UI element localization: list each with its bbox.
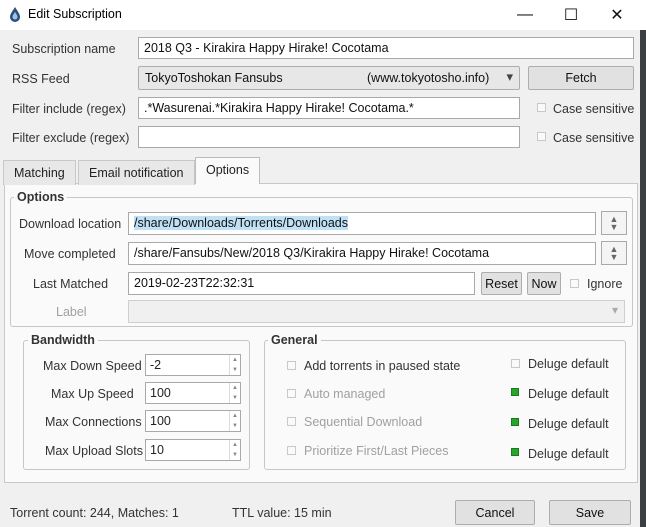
tab-matching[interactable]: Matching [3,160,76,185]
download-location-input[interactable]: /share/Downloads/Torrents/Downloads [128,212,596,235]
save-button[interactable]: Save [549,500,631,525]
filter-include-label: Filter include (regex) [12,102,126,116]
prioritize-pieces-label: Prioritize First/Last Pieces [304,444,449,458]
download-location-value: /share/Downloads/Torrents/Downloads [134,216,348,230]
max-up-speed-spinner[interactable]: 100 ▲ ▼ [145,382,241,404]
case-sensitive-exclude-checkbox[interactable] [537,132,546,141]
add-paused-default-label: Deluge default [528,357,609,371]
close-icon: ✕ [610,7,624,24]
spin-arrows-icon[interactable]: ▲ ▼ [229,355,240,375]
fetch-button[interactable]: Fetch [528,66,634,90]
max-upload-slots-value: 10 [150,443,164,457]
prioritize-pieces-default-label: Deluge default [528,447,609,461]
minimize-button[interactable]: — [502,0,548,30]
rss-feed-name: TokyoToshokan Fansubs [145,71,283,85]
rss-feed-url: (www.tokyotosho.info) [367,71,490,85]
reset-button[interactable]: Reset [481,272,522,295]
add-paused-checkbox[interactable] [287,361,296,370]
minimize-icon: — [517,6,533,23]
max-up-speed-label: Max Up Speed [51,387,134,401]
move-completed-input[interactable]: /share/Fansubs/New/2018 Q3/Kirakira Happ… [128,242,596,265]
now-button[interactable]: Now [527,272,561,295]
auto-managed-default-label: Deluge default [528,387,609,401]
filter-include-input[interactable]: .*Wasurenai.*Kirakira Happy Hirake! Coco… [138,97,520,119]
ttl-status: TTL value: 15 min [232,506,332,520]
download-location-label: Download location [19,217,122,231]
spin-arrows-icon[interactable]: ▲ ▼ [229,411,240,431]
case-sensitive-exclude-label: Case sensitive [553,131,635,145]
torrent-count-status: Torrent count: 244, Matches: 1 [10,506,179,520]
last-matched-label: Last Matched [33,277,109,291]
add-paused-label: Add torrents in paused state [304,359,461,373]
prioritize-pieces-checkbox[interactable] [287,446,296,455]
bandwidth-group-title: Bandwidth [28,333,98,347]
spin-arrows-icon[interactable]: ▲ ▼ [229,383,240,403]
label-dropdown[interactable]: ▾ [128,300,625,323]
subscription-name-label: Subscription name [12,42,116,56]
sequential-download-label: Sequential Download [304,415,423,429]
max-upload-slots-label: Max Upload Slots [45,444,143,458]
maximize-button[interactable]: ☐ [548,0,594,30]
download-location-spinner[interactable]: ▲ ▼ [601,211,627,235]
max-down-speed-label: Max Down Speed [43,359,142,373]
caret-down-icon: ▼ [609,222,619,232]
case-sensitive-include-checkbox[interactable] [537,103,546,112]
chevron-down-icon: ▾ [506,69,513,84]
spin-arrows-icon[interactable]: ▲ ▼ [229,440,240,460]
window-title: Edit Subscription [28,7,122,21]
move-completed-label: Move completed [24,247,116,261]
ignore-label: Ignore [587,277,623,291]
auto-managed-label: Auto managed [304,387,386,401]
caret-down-icon: ▼ [609,252,619,262]
deluge-app-icon [10,7,20,22]
add-paused-default-checkbox[interactable] [511,359,520,368]
cancel-button[interactable]: Cancel [455,500,535,525]
background-window-strip [640,30,646,527]
move-completed-spinner[interactable]: ▲ ▼ [601,241,627,265]
max-connections-spinner[interactable]: 100 ▲ ▼ [145,410,241,432]
max-connections-label: Max Connections [45,415,142,429]
ignore-checkbox[interactable] [570,279,579,288]
subscription-name-input[interactable]: 2018 Q3 - Kirakira Happy Hirake! Cocotam… [138,37,634,59]
last-matched-input[interactable]: 2019-02-23T22:32:31 [128,272,475,295]
tab-email-notification[interactable]: Email notification [78,160,195,185]
close-button[interactable]: ✕ [594,0,640,30]
max-upload-slots-spinner[interactable]: 10 ▲ ▼ [145,439,241,461]
sequential-download-default-label: Deluge default [528,417,609,431]
sequential-download-checkbox[interactable] [287,417,296,426]
label-label: Label [56,305,87,319]
maximize-icon: ☐ [563,7,579,24]
rss-feed-label: RSS Feed [12,72,70,86]
general-group-title: General [268,333,321,347]
filter-exclude-label: Filter exclude (regex) [12,131,130,145]
max-down-speed-value: -2 [150,358,162,372]
prioritize-pieces-default-checkbox[interactable] [511,448,519,456]
rss-feed-dropdown[interactable]: TokyoToshokan Fansubs (www.tokyotosho.in… [138,66,520,90]
tab-options[interactable]: Options [195,157,261,184]
max-down-speed-spinner[interactable]: -2 ▲ ▼ [145,354,241,376]
max-connections-value: 100 [150,414,171,428]
filter-exclude-input[interactable] [138,126,520,148]
options-group-title: Options [14,190,68,204]
max-up-speed-value: 100 [150,386,171,400]
auto-managed-checkbox[interactable] [287,389,296,398]
chevron-down-icon: ▾ [611,303,618,317]
case-sensitive-include-label: Case sensitive [553,102,635,116]
auto-managed-default-checkbox[interactable] [511,388,519,396]
sequential-download-default-checkbox[interactable] [511,418,519,426]
